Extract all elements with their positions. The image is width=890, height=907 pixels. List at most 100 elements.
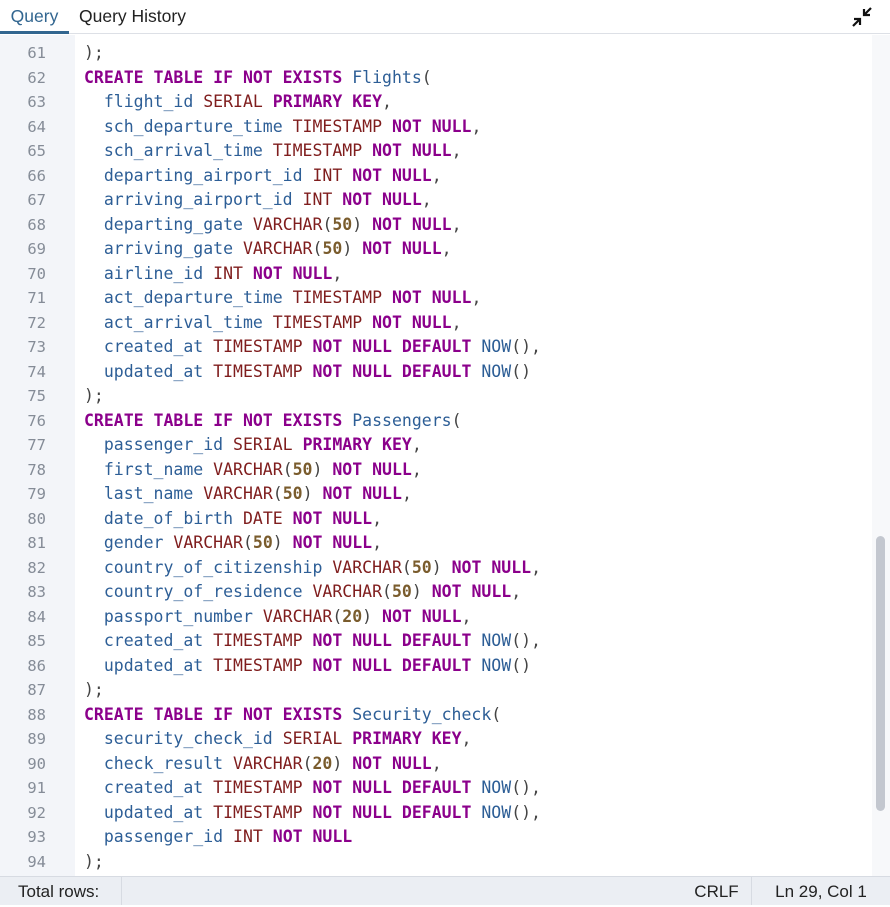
code-line[interactable]: 83 country_of_residence VARCHAR(50) NOT … (0, 580, 872, 605)
code-token: NOT NULL (382, 606, 462, 626)
code-token: ( (421, 67, 432, 87)
line-number: 70 (27, 264, 46, 283)
code-text: updated_at TIMESTAMP NOT NULL DEFAULT NO… (84, 801, 541, 826)
code-token: , (441, 239, 452, 258)
code-token: Passengers (352, 410, 452, 430)
line-number: 75 (27, 387, 46, 405)
code-token: , (451, 214, 462, 234)
code-token: VARCHAR (203, 484, 273, 503)
code-line[interactable]: 66 departing_airport_id INT NOT NULL, (0, 164, 872, 189)
code-token: TIMESTAMP (272, 141, 373, 160)
sql-editor[interactable]: 61); 62 CREATE TABLE IF NOT EXISTS Flights… (0, 35, 890, 876)
tab-query-history[interactable]: Query History (79, 0, 186, 34)
code-token: TIMESTAMP (213, 631, 313, 650)
vertical-scrollbar[interactable] (872, 35, 890, 876)
code-line[interactable]: 86 updated_at TIMESTAMP NOT NULL DEFAULT… (0, 654, 872, 679)
code-token: NOT NULL (362, 239, 442, 258)
code-token: SERIAL (282, 729, 353, 748)
code-token: CREATE TABLE IF NOT EXISTS (84, 410, 353, 430)
code-line[interactable]: 84 passport_number VARCHAR(20) NOT NULL, (0, 605, 872, 630)
code-token: SERIAL (203, 92, 273, 111)
code-line[interactable]: 72 act_arrival_time TIMESTAMP NOT NULL, (0, 311, 872, 336)
tab-query[interactable]: Query (0, 0, 69, 34)
code-line[interactable]: 87); (0, 678, 872, 703)
code-line[interactable]: 90 check_result VARCHAR(20) NOT NULL, (0, 752, 872, 777)
code-token: TIMESTAMP (213, 778, 313, 797)
line-ending-indicator[interactable]: CRLF (682, 877, 752, 905)
code-line[interactable]: 68 departing_gate VARCHAR(50) NOT NULL, (0, 213, 872, 238)
code-line[interactable]: 73 created_at TIMESTAMP NOT NULL DEFAULT… (0, 335, 872, 360)
code-token: ( (322, 214, 333, 234)
code-line[interactable]: 70 airline_id INT NOT NULL, (0, 262, 872, 287)
code-text: sch_arrival_time TIMESTAMP NOT NULL, (84, 139, 462, 164)
code-text: created_at TIMESTAMP NOT NULL DEFAULT NO… (84, 629, 541, 654)
code-token: NOT NULL DEFAULT (312, 655, 482, 675)
code-token: 50 (252, 533, 273, 552)
code-line[interactable]: 77 passenger_id SERIAL PRIMARY KEY, (0, 433, 872, 458)
code-token: 50 (391, 582, 412, 601)
scrollbar-thumb[interactable] (876, 536, 885, 811)
code-token: SERIAL (233, 435, 303, 454)
code-token: country_of_citizenship (84, 557, 333, 577)
code-token: VARCHAR (242, 239, 313, 258)
code-text: arriving_gate VARCHAR(50) NOT NULL, (84, 237, 452, 262)
code-text: country_of_residence VARCHAR(50) NOT NUL… (84, 580, 521, 605)
code-token: NOW (481, 361, 512, 381)
code-line[interactable]: 63 flight_id SERIAL PRIMARY KEY, (0, 90, 872, 115)
code-token: NOT NULL (332, 459, 412, 479)
code-line[interactable]: 85 created_at TIMESTAMP NOT NULL DEFAULT… (0, 629, 872, 654)
code-line[interactable]: 64 sch_departure_time TIMESTAMP NOT NULL… (0, 115, 872, 140)
code-token: ) (272, 533, 293, 552)
code-token: NOT NULL (272, 827, 353, 846)
code-token: NOT NULL (292, 533, 373, 552)
code-token: NOW (481, 802, 512, 822)
code-token: 20 (312, 753, 333, 773)
code-line[interactable]: 94); (0, 850, 872, 875)
code-line[interactable]: 74 updated_at TIMESTAMP NOT NULL DEFAULT… (0, 360, 872, 385)
code-token: security_check_id (84, 729, 283, 748)
code-token: , (451, 312, 462, 332)
line-number: 93 (27, 828, 46, 846)
code-line[interactable]: 82 country_of_citizenship VARCHAR(50) NO… (0, 556, 872, 581)
code-line[interactable]: 89 security_check_id SERIAL PRIMARY KEY, (0, 727, 872, 752)
code-text: passenger_id SERIAL PRIMARY KEY, (84, 433, 422, 458)
code-token: TIMESTAMP (213, 337, 313, 356)
code-line[interactable]: 93 passenger_id INT NOT NULL (0, 825, 872, 850)
code-line[interactable]: 92 updated_at TIMESTAMP NOT NULL DEFAULT… (0, 801, 872, 826)
code-line[interactable]: 71 act_departure_time TIMESTAMP NOT NULL… (0, 286, 872, 311)
code-token: , (431, 753, 442, 773)
line-number: 64 (27, 117, 46, 136)
code-text: departing_airport_id INT NOT NULL, (84, 164, 442, 189)
code-token: check_result (84, 753, 234, 773)
code-line[interactable]: 76 CREATE TABLE IF NOT EXISTS Passengers( (0, 409, 872, 434)
code-line[interactable]: 78 first_name VARCHAR(50) NOT NULL, (0, 458, 872, 483)
code-token: TIMESTAMP (213, 802, 313, 822)
code-line[interactable]: 65 sch_arrival_time TIMESTAMP NOT NULL, (0, 139, 872, 164)
code-token: , (451, 141, 462, 160)
code-token: NOT NULL DEFAULT (312, 631, 482, 650)
status-bar: Total rows: CRLF Ln 29, Col 1 (0, 876, 890, 905)
code-text: updated_at TIMESTAMP NOT NULL DEFAULT NO… (84, 654, 531, 679)
code-token: NOT NULL (322, 484, 402, 503)
code-line[interactable]: 75); (0, 384, 872, 409)
code-line[interactable]: 81 gender VARCHAR(50) NOT NULL, (0, 531, 872, 556)
code-line[interactable]: 80 date_of_birth DATE NOT NULL, (0, 507, 872, 532)
code-token: NOT NULL DEFAULT (312, 802, 482, 822)
collapse-arrows-icon[interactable] (850, 5, 874, 29)
code-token: updated_at (84, 361, 214, 381)
code-line[interactable]: 61); (0, 41, 872, 66)
code-line[interactable]: 88 CREATE TABLE IF NOT EXISTS Security_ch… (0, 703, 872, 728)
code-token: first_name (84, 459, 214, 479)
line-number: 80 (27, 509, 46, 528)
code-line[interactable]: 69 arriving_gate VARCHAR(50) NOT NULL, (0, 237, 872, 262)
code-line[interactable]: 62 CREATE TABLE IF NOT EXISTS Flights( (0, 66, 872, 91)
code-token: , (421, 190, 432, 209)
code-line[interactable]: 91 created_at TIMESTAMP NOT NULL DEFAULT… (0, 776, 872, 801)
code-token: updated_at (84, 655, 214, 675)
code-line[interactable]: 67 arriving_airport_id INT NOT NULL, (0, 188, 872, 213)
code-text: gender VARCHAR(50) NOT NULL, (84, 531, 382, 556)
code-text: act_departure_time TIMESTAMP NOT NULL, (84, 286, 482, 311)
code-token: sch_departure_time (84, 116, 293, 136)
code-line[interactable]: 79 last_name VARCHAR(50) NOT NULL, (0, 482, 872, 507)
code-token: last_name (84, 484, 204, 503)
